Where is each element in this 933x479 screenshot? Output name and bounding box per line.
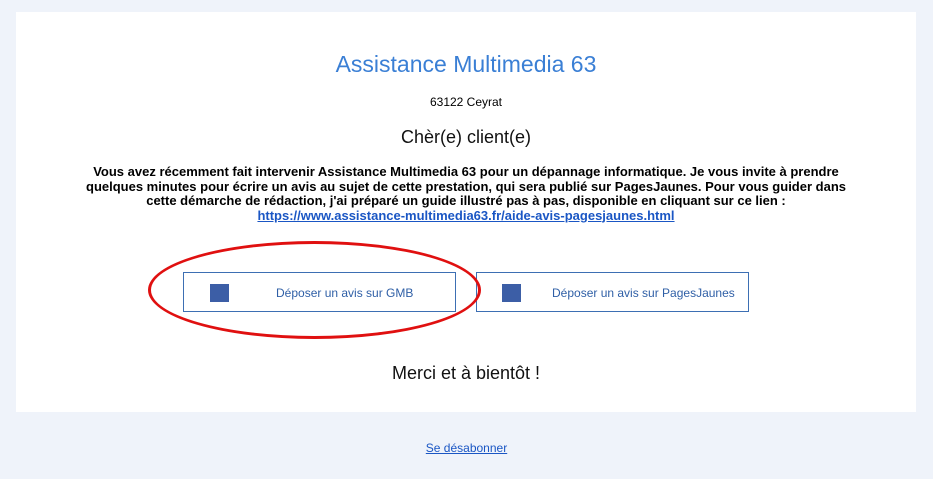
gmb-review-label: Déposer un avis sur GMB <box>276 286 414 300</box>
footer: Se désabonner <box>0 440 933 456</box>
message-line-1: Vous avez récemment fait intervenir Assi… <box>93 164 839 179</box>
pagesjaunes-review-button[interactable]: Déposer un avis sur PagesJaunes <box>476 272 749 312</box>
message-paragraph: Vous avez récemment fait intervenir Assi… <box>46 164 886 223</box>
pagesjaunes-icon <box>502 284 521 302</box>
message-line-3: cette démarche de rédaction, j'ai prépar… <box>146 193 786 208</box>
email-card: Assistance Multimedia 63 63122 Ceyrat Ch… <box>16 12 916 412</box>
company-address: 63122 Ceyrat <box>429 95 503 109</box>
message-line-2: quelques minutes pour écrire un avis au … <box>86 178 846 194</box>
closing-thanks: Merci et à bientôt ! <box>391 363 541 383</box>
guide-link[interactable]: https://www.assistance-multimedia63.fr/a… <box>257 208 674 223</box>
company-title: Assistance Multimedia 63 <box>335 51 597 77</box>
gmb-icon <box>210 284 229 302</box>
unsubscribe-link[interactable]: Se désabonner <box>426 441 507 455</box>
pagesjaunes-review-label: Déposer un avis sur PagesJaunes <box>552 286 735 300</box>
gmb-review-button[interactable]: Déposer un avis sur GMB <box>183 272 456 312</box>
greeting: Chèr(e) client(e) <box>400 127 532 147</box>
